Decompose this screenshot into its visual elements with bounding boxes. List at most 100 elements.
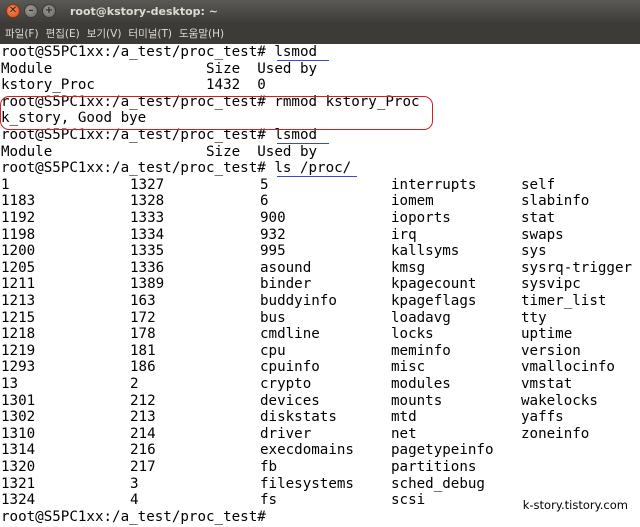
proc-entry: tty xyxy=(521,309,547,326)
terminal-line: root@S5PC1xx:/a_test/proc_test# ls /proc… xyxy=(1,160,352,177)
proc-entry: uptime xyxy=(521,326,573,343)
proc-entry: 1310 xyxy=(1,425,36,442)
proc-entry: modules xyxy=(391,376,451,392)
command-underline xyxy=(277,142,329,144)
proc-entry: 1321 xyxy=(1,475,36,492)
proc-entry: 1314 xyxy=(1,442,36,459)
proc-entry: kallsyms xyxy=(391,243,460,260)
proc-entry: 1320 xyxy=(1,459,36,475)
proc-entry: irq xyxy=(391,226,417,243)
proc-entry: partitions xyxy=(391,459,477,475)
proc-entry: asound xyxy=(260,259,312,276)
proc-entry: 186 xyxy=(130,359,156,376)
close-button[interactable]: ✕ xyxy=(6,4,20,18)
proc-entry: 214 xyxy=(130,425,156,442)
proc-entry: zoneinfo xyxy=(521,425,590,442)
window-title: root@kstory-desktop: ~ xyxy=(70,4,218,18)
menu-edit[interactable]: 편집(E) xyxy=(46,26,80,41)
proc-entry: 5 xyxy=(260,176,269,193)
menu-bar: 파일(F) 편집(E) 보기(V) 터미널(T) 도움말(H) xyxy=(0,22,640,45)
proc-entry: 1 xyxy=(1,176,10,193)
proc-entry: self xyxy=(521,176,556,193)
terminal-line: Module Size Used by xyxy=(1,60,318,77)
proc-entry: 1301 xyxy=(1,392,36,409)
proc-entry: 4 xyxy=(130,492,139,509)
proc-entry: locks xyxy=(391,326,434,343)
proc-entry: 1211 xyxy=(1,276,36,293)
menu-help[interactable]: 도움말(H) xyxy=(179,26,224,41)
maximize-button[interactable]: + xyxy=(42,4,56,18)
proc-entry: execdomains xyxy=(260,442,354,459)
proc-entry: 172 xyxy=(130,309,156,326)
menu-view[interactable]: 보기(V) xyxy=(87,26,122,41)
proc-entry: 2 xyxy=(130,376,139,392)
proc-entry: mtd xyxy=(391,409,417,426)
proc-entry: binder xyxy=(260,276,312,293)
proc-entry: 1192 xyxy=(1,210,36,226)
terminal-window: ✕ – + root@kstory-desktop: ~ 파일(F) 편집(E)… xyxy=(0,0,640,527)
proc-entry: 1333 xyxy=(130,210,165,226)
proc-entry: 995 xyxy=(260,243,286,260)
proc-entry: 1389 xyxy=(130,276,165,293)
proc-entry: cpu xyxy=(260,342,286,359)
proc-entry: buddyinfo xyxy=(260,293,337,309)
proc-entry: timer_list xyxy=(521,293,607,309)
watermark: k-story.tistory.com xyxy=(518,497,632,513)
proc-entry: wakelocks xyxy=(521,392,598,409)
proc-entry: 3 xyxy=(130,475,139,492)
proc-entry: bus xyxy=(260,309,286,326)
proc-entry: 1198 xyxy=(1,226,36,243)
proc-entry: crypto xyxy=(260,376,312,392)
proc-entry: devices xyxy=(260,392,320,409)
proc-entry: fs xyxy=(260,492,278,509)
proc-entry: mounts xyxy=(391,392,443,409)
proc-entry: 6 xyxy=(260,193,269,210)
minimize-button[interactable]: – xyxy=(24,4,38,18)
proc-entry: 213 xyxy=(130,409,156,426)
proc-entry: vmallocinfo xyxy=(521,359,615,376)
proc-entry: loadavg xyxy=(391,309,451,326)
proc-entry: driver xyxy=(260,425,312,442)
proc-entry: yaffs xyxy=(521,409,564,426)
proc-entry: 1200 xyxy=(1,243,36,260)
proc-entry: 932 xyxy=(260,226,286,243)
proc-entry: 1335 xyxy=(130,243,165,260)
terminal-output[interactable]: root@S5PC1xx:/a_test/proc_test# lsmod Mo… xyxy=(0,44,640,527)
proc-entry: 1219 xyxy=(1,342,36,359)
proc-entry: sched_debug xyxy=(391,475,485,492)
proc-entry: 1302 xyxy=(1,409,36,426)
proc-entry: 1213 xyxy=(1,293,36,309)
proc-entry: cpuinfo xyxy=(260,359,320,376)
proc-entry: iomem xyxy=(391,193,434,210)
title-bar[interactable]: ✕ – + root@kstory-desktop: ~ xyxy=(0,0,640,22)
proc-entry: 1215 xyxy=(1,309,36,326)
proc-entry: misc xyxy=(391,359,426,376)
proc-entry: 1293 xyxy=(1,359,36,376)
proc-entry: interrupts xyxy=(391,176,477,193)
proc-entry: 1205 xyxy=(1,259,36,276)
proc-entry: version xyxy=(521,342,581,359)
proc-entry: slabinfo xyxy=(521,193,590,210)
proc-entry: filesystems xyxy=(260,475,354,492)
proc-entry: 178 xyxy=(130,326,156,343)
proc-entry: 1183 xyxy=(1,193,36,210)
proc-entry: 1218 xyxy=(1,326,36,343)
proc-entry: 1327 xyxy=(130,176,165,193)
proc-entry: 181 xyxy=(130,342,156,359)
menu-file[interactable]: 파일(F) xyxy=(5,26,39,41)
command-underline xyxy=(277,175,357,177)
proc-entry: sys xyxy=(521,243,547,260)
proc-entry: fb xyxy=(260,459,278,475)
proc-entry: kpagecount xyxy=(391,276,477,293)
proc-entry: kmsg xyxy=(391,259,426,276)
proc-entry: 13 xyxy=(1,376,19,392)
menu-terminal[interactable]: 터미널(T) xyxy=(128,26,172,41)
proc-entry: 212 xyxy=(130,392,156,409)
proc-entry: 163 xyxy=(130,293,156,309)
terminal-line: Module Size Used by xyxy=(1,143,318,160)
terminal-prompt: root@S5PC1xx:/a_test/proc_test# xyxy=(1,509,275,525)
proc-entry: meminfo xyxy=(391,342,451,359)
proc-entry: net xyxy=(391,425,417,442)
proc-entry: sysrq-trigger xyxy=(521,259,633,276)
terminal-line: root@S5PC1xx:/a_test/proc_test# lsmod xyxy=(1,44,318,60)
